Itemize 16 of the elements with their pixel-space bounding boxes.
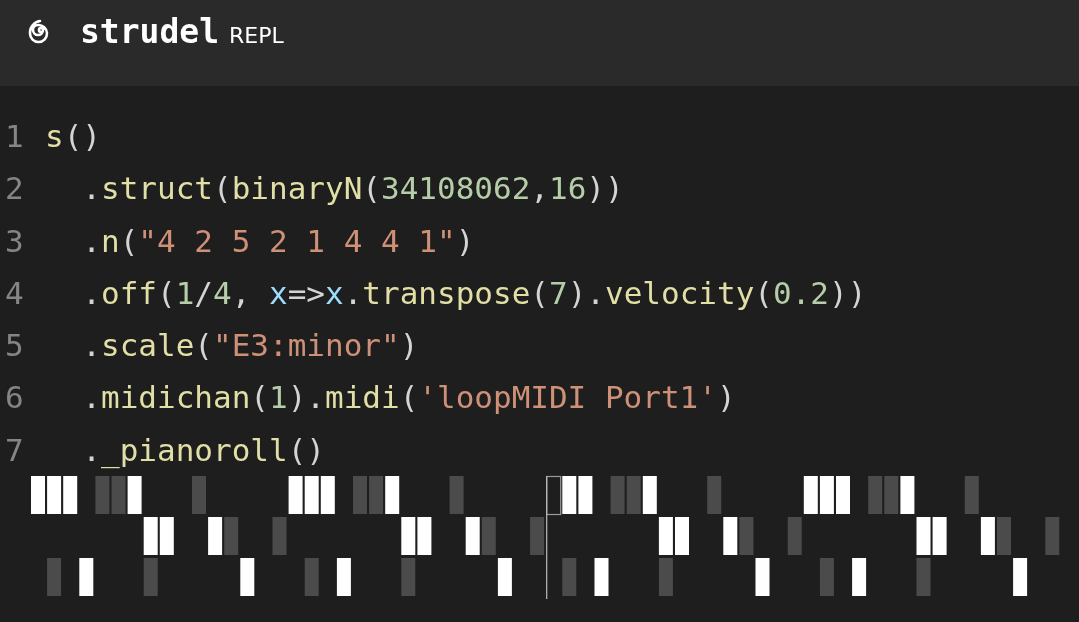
line-number: 6 xyxy=(4,378,25,418)
code-line[interactable]: .off(1/4, x=>x.transpose(7).velocity(0.2)) xyxy=(45,272,867,313)
line-number: 4 xyxy=(4,273,25,313)
code-line[interactable]: .scale("E3:minor") xyxy=(45,325,419,366)
code-line[interactable]: .struct(binaryN(34108062,16)) xyxy=(45,168,624,209)
code-line[interactable]: .midichan(1).midi('loopMIDI Port1') xyxy=(45,377,736,418)
code-line[interactable]: s() xyxy=(45,116,101,156)
line-number: 3 xyxy=(4,221,25,261)
app-subtitle: REPL xyxy=(229,22,284,50)
code-line[interactable]: ._pianoroll() xyxy=(45,429,325,470)
line-number: 7 xyxy=(4,430,25,470)
code-line[interactable]: .n("4 2 5 2 1 4 4 1") xyxy=(45,220,475,261)
line-number: 2 xyxy=(4,169,25,209)
app-title: strudel xyxy=(80,14,220,50)
line-number: 5 xyxy=(4,326,25,366)
line-number: 1 xyxy=(4,117,25,156)
